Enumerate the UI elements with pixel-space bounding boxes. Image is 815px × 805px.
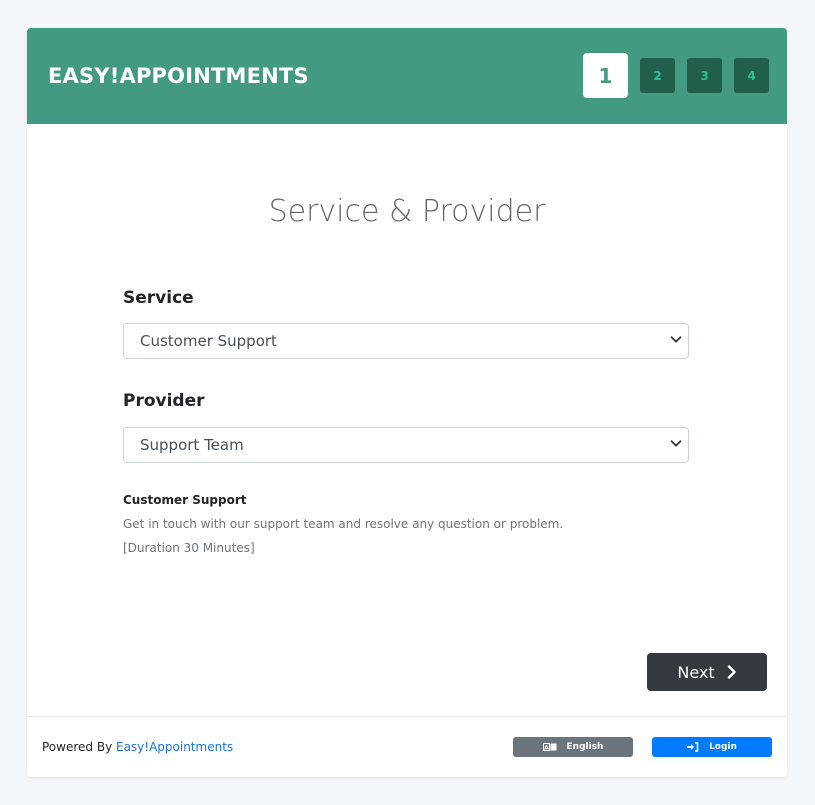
step-3[interactable]: 3: [687, 58, 722, 93]
service-description-text: Get in touch with our support team and r…: [123, 517, 564, 531]
powered-by: Powered By Easy!Appointments: [42, 740, 233, 754]
language-icon: A: [542, 743, 557, 751]
service-duration: [Duration 30 Minutes]: [123, 541, 255, 555]
brand-title: EASY!APPOINTMENTS: [48, 64, 309, 88]
next-button[interactable]: Next: [647, 653, 767, 691]
provider-select-value: Support Team: [140, 436, 244, 454]
header: EASY!APPOINTMENTS 1 2 3 4: [27, 28, 787, 124]
step-2[interactable]: 2: [640, 58, 675, 93]
service-select-value: Customer Support: [140, 332, 277, 350]
service-description-title: Customer Support: [123, 493, 247, 507]
footer-divider: [27, 716, 787, 717]
chevron-right-icon: [727, 665, 736, 679]
chevron-down-icon: [670, 336, 682, 343]
next-button-label: Next: [677, 662, 715, 682]
powered-by-link[interactable]: Easy!Appointments: [116, 740, 233, 754]
booking-wizard: EASY!APPOINTMENTS 1 2 3 4 Service & Prov…: [27, 28, 787, 777]
login-label: Login: [709, 742, 737, 752]
sign-in-icon: [687, 742, 699, 752]
step-1[interactable]: 1: [583, 53, 628, 98]
powered-by-text: Powered By: [42, 740, 116, 754]
provider-select[interactable]: Support Team: [123, 427, 689, 463]
language-button[interactable]: A English: [513, 737, 633, 757]
svg-text:A: A: [544, 744, 549, 751]
service-select[interactable]: Customer Support: [123, 323, 689, 359]
login-button[interactable]: Login: [652, 737, 772, 757]
language-label: English: [566, 742, 604, 752]
page-title: Service & Provider: [268, 194, 546, 229]
service-label: Service: [123, 288, 194, 308]
chevron-down-icon: [670, 440, 682, 447]
step-4[interactable]: 4: [734, 58, 769, 93]
provider-label: Provider: [123, 391, 205, 411]
step-indicator: 1 2 3 4: [583, 53, 769, 98]
